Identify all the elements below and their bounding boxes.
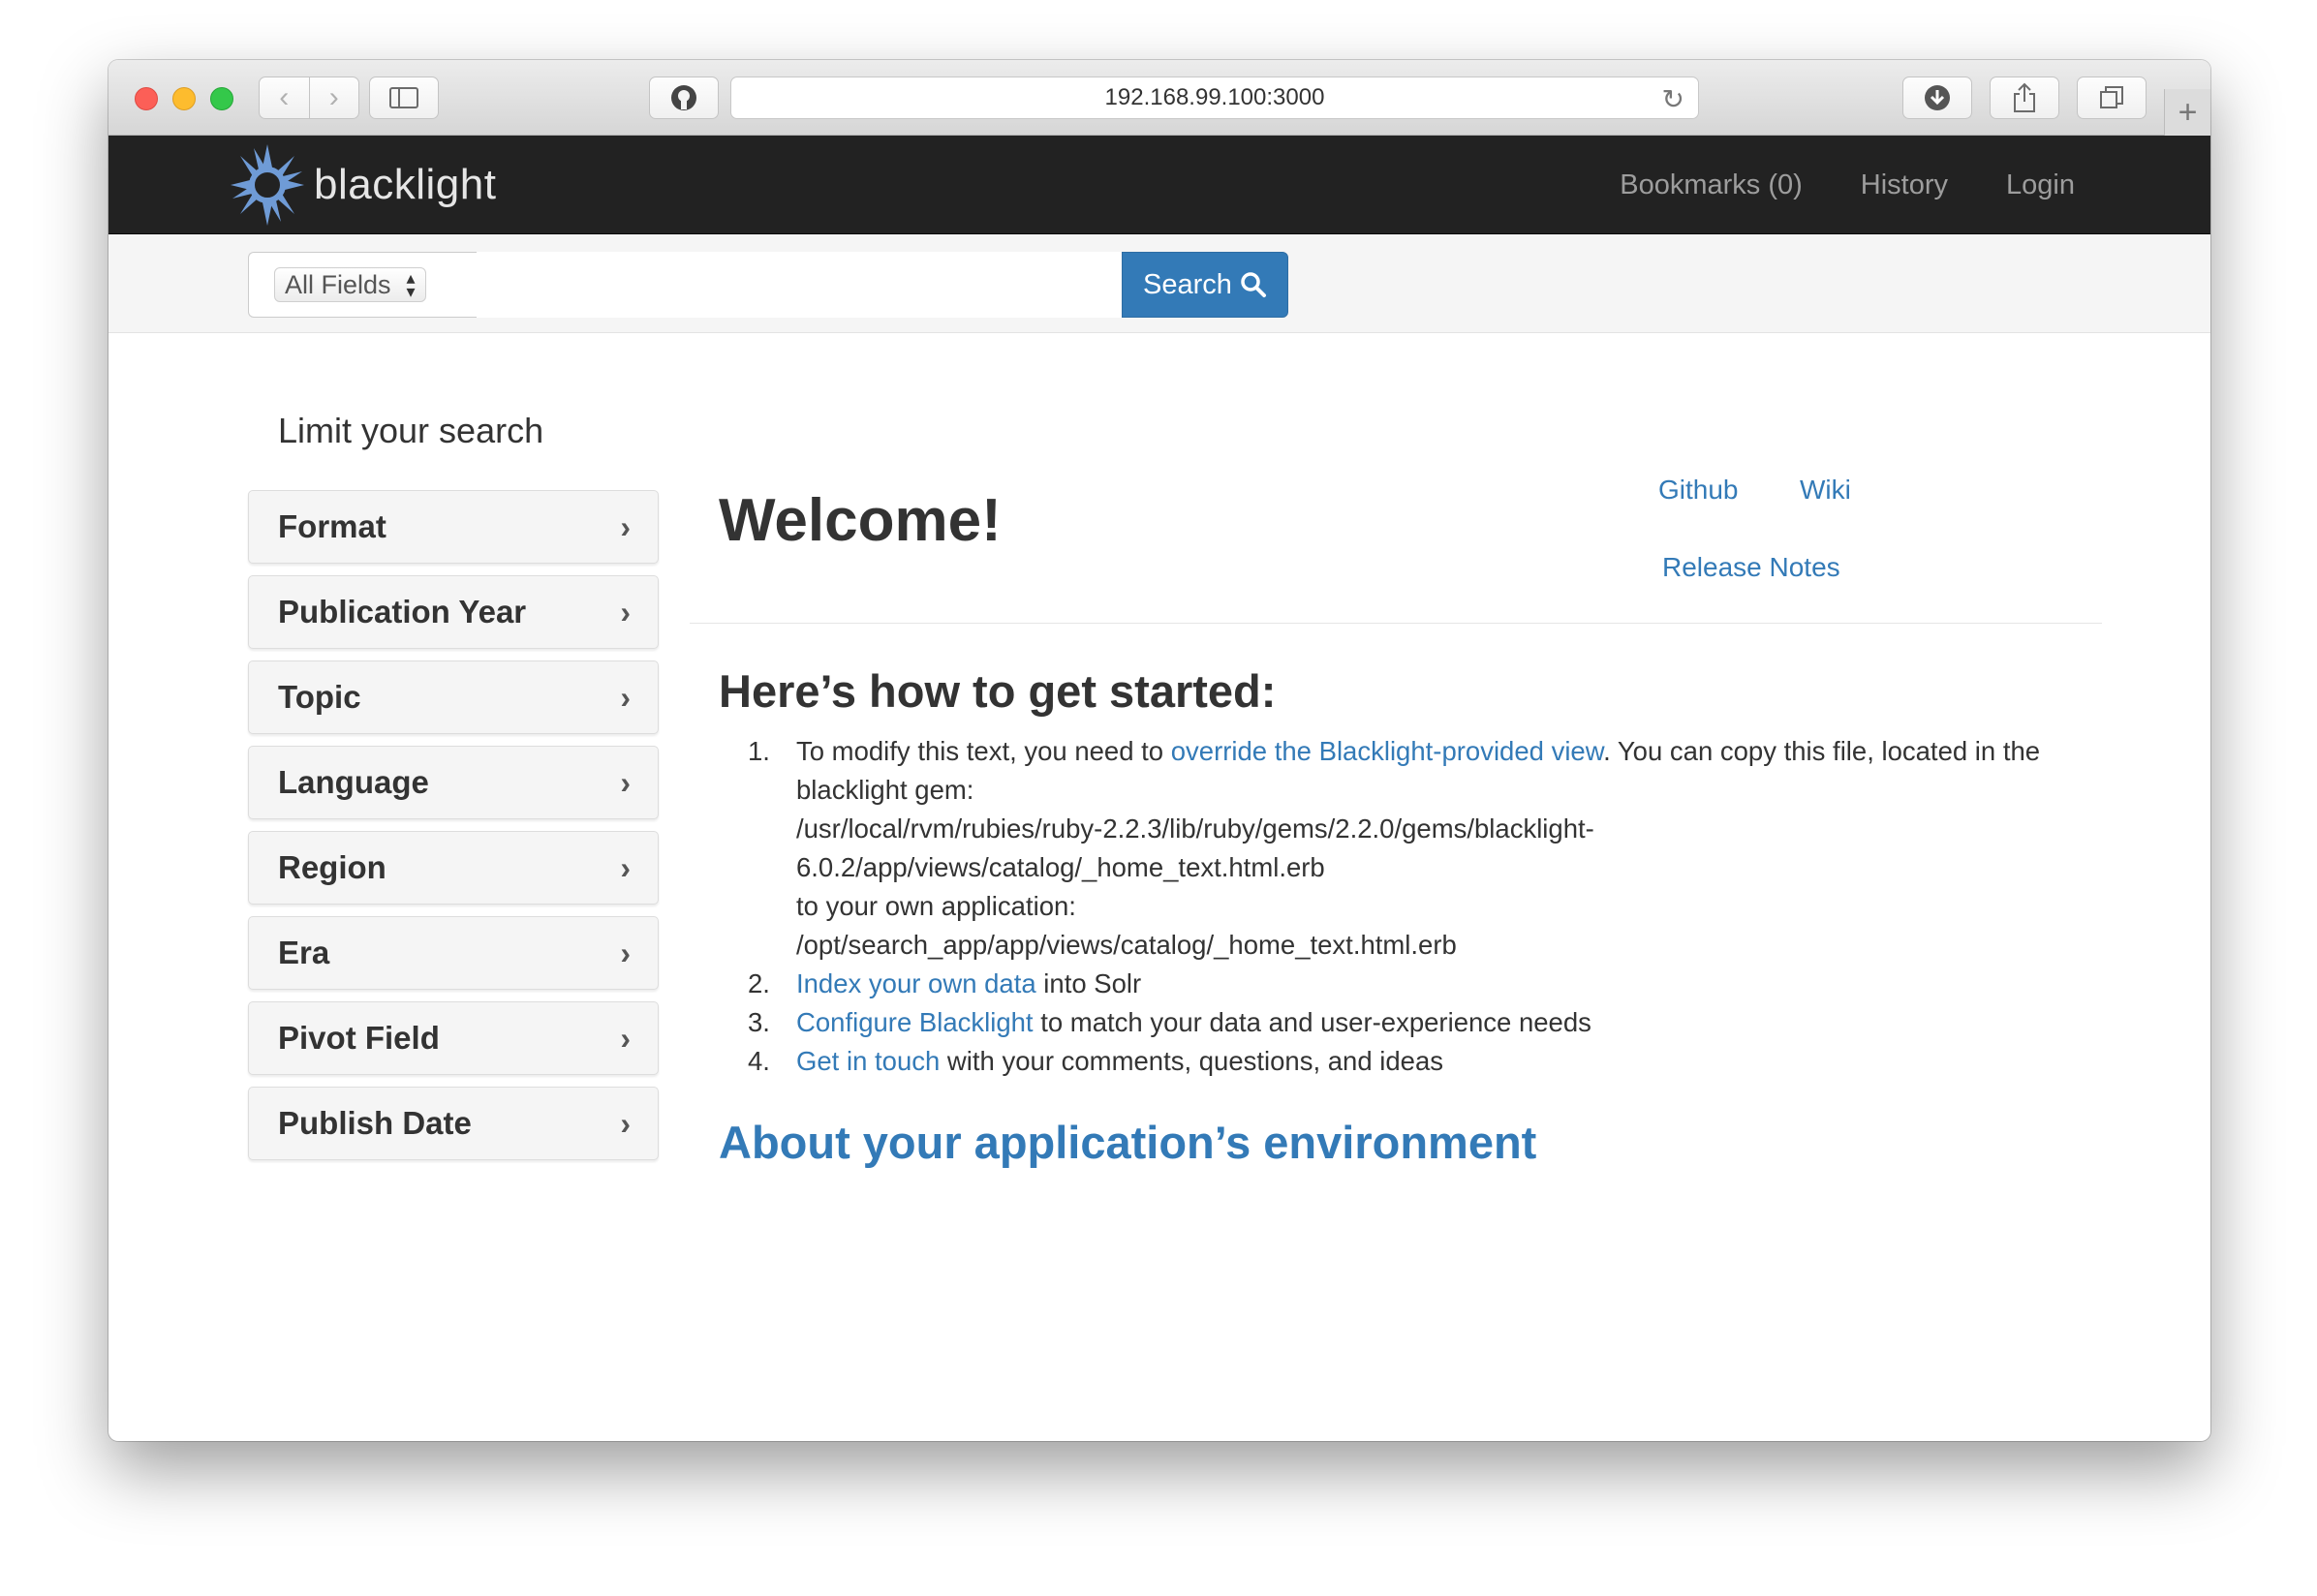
override-view-link[interactable]: override the Blacklight-provided view: [1171, 736, 1603, 766]
header-divider: [690, 623, 2102, 624]
download-icon: [1925, 85, 1950, 110]
search-field-select[interactable]: All Fields ▴ ▾: [248, 252, 477, 318]
history-link[interactable]: History: [1861, 169, 1948, 201]
gem-path-line: 6.0.2/app/views/catalog/_home_text.html.…: [796, 852, 1325, 882]
chevron-right-icon: ›: [620, 1105, 631, 1141]
step-body: Configure Blacklight to match your data …: [796, 1003, 2094, 1042]
step-text: to your own application:: [796, 891, 1076, 921]
step-body: To modify this text, you need to overrid…: [796, 732, 2094, 965]
login-link[interactable]: Login: [2006, 169, 2075, 201]
facet-label: Era: [278, 935, 330, 970]
index-data-link[interactable]: Index your own data: [796, 968, 1036, 998]
brand-name: blacklight: [314, 161, 497, 208]
facet-pivot-field[interactable]: Pivot Field ›: [248, 1001, 659, 1075]
step-text: into Solr: [1035, 968, 1142, 998]
back-icon[interactable]: ‹: [260, 77, 309, 118]
updown-arrows-icon: ▴ ▾: [406, 268, 416, 301]
bookmarks-link[interactable]: Bookmarks (0): [1620, 169, 1803, 201]
chevron-right-icon: ›: [620, 764, 631, 800]
getting-started-heading: Here’s how to get started:: [719, 665, 1277, 717]
tabs-icon: [2100, 86, 2123, 108]
chevron-right-icon: ›: [620, 594, 631, 629]
facet-label: Topic: [278, 679, 361, 715]
minimize-window-button[interactable]: [172, 87, 196, 110]
welcome-heading: Welcome!: [719, 487, 1002, 554]
url-text: 192.168.99.100:3000: [1104, 84, 1325, 110]
facet-topic[interactable]: Topic ›: [248, 660, 659, 734]
forward-icon[interactable]: ›: [308, 77, 359, 118]
chevron-right-icon: ›: [620, 679, 631, 715]
getting-started-list: 1. To modify this text, you need to over…: [748, 732, 2094, 1081]
facet-format[interactable]: Format ›: [248, 490, 659, 564]
facet-label: Publish Date: [278, 1105, 472, 1141]
zoom-window-button[interactable]: [210, 87, 233, 110]
list-item: 3. Configure Blacklight to match your da…: [748, 1003, 2094, 1042]
brand-link[interactable]: blacklight: [229, 141, 496, 229]
facet-era[interactable]: Era ›: [248, 916, 659, 990]
search-field-dropdown[interactable]: All Fields ▴ ▾: [274, 267, 426, 302]
wiki-link[interactable]: Wiki: [1800, 475, 1851, 506]
sidebar-toggle-button[interactable]: [369, 77, 439, 119]
search-icon: [1241, 272, 1266, 297]
facet-label: Publication Year: [278, 594, 527, 629]
top-navbar: blacklight Bookmarks (0) History Login: [108, 136, 2210, 234]
close-window-button[interactable]: [135, 87, 158, 110]
step-number: 4.: [748, 1046, 770, 1076]
chevron-right-icon: ›: [620, 935, 631, 970]
sidebar-icon: [389, 87, 418, 108]
step-number: 2.: [748, 968, 770, 998]
browser-toolbar: ‹ › 192.168.99.100:3000 ↻ +: [108, 60, 2210, 136]
browser-window: ‹ › 192.168.99.100:3000 ↻ + blacklight B…: [108, 60, 2210, 1441]
chevron-right-icon: ›: [620, 508, 631, 544]
reload-icon[interactable]: ↻: [1662, 83, 1684, 115]
environment-info-link[interactable]: About your application’s environment: [719, 1116, 1536, 1169]
search-input[interactable]: [477, 252, 1122, 318]
step-body: Index your own data into Solr: [796, 965, 2094, 1003]
facet-language[interactable]: Language ›: [248, 746, 659, 819]
chevron-right-icon: ›: [620, 1020, 631, 1056]
facet-region[interactable]: Region ›: [248, 831, 659, 905]
stage: ‹ › 192.168.99.100:3000 ↻ + blacklight B…: [0, 0, 2317, 1596]
github-icon: [671, 85, 696, 110]
search-navbar: All Fields ▴ ▾ Search: [108, 234, 2210, 333]
new-tab-button[interactable]: +: [2164, 89, 2210, 136]
step-text: To modify this text, you need to: [796, 736, 1171, 766]
search-field-value: All Fields: [285, 269, 391, 299]
downloads-button[interactable]: [1902, 77, 1972, 119]
facet-label: Language: [278, 764, 429, 800]
plus-icon: +: [2178, 93, 2198, 131]
configure-blacklight-link[interactable]: Configure Blacklight: [796, 1007, 1034, 1037]
list-item: 2. Index your own data into Solr: [748, 965, 2094, 1003]
facet-label: Pivot Field: [278, 1020, 440, 1056]
facet-publish-date[interactable]: Publish Date ›: [248, 1087, 659, 1160]
step-number: 1.: [748, 736, 770, 766]
facet-label: Format: [278, 508, 386, 544]
blacklight-logo-icon: [231, 144, 304, 226]
user-nav: Bookmarks (0) History Login: [1561, 136, 2075, 234]
facet-publication-year[interactable]: Publication Year ›: [248, 575, 659, 649]
sidebar-title: Limit your search: [278, 411, 544, 450]
github-extension-button[interactable]: [649, 77, 719, 119]
get-in-touch-link[interactable]: Get in touch: [796, 1046, 940, 1076]
step-number: 3.: [748, 1007, 770, 1037]
gem-path-line: /usr/local/rvm/rubies/ruby-2.2.3/lib/rub…: [796, 813, 1594, 844]
search-button[interactable]: Search: [1122, 252, 1288, 318]
tabs-overview-button[interactable]: [2077, 77, 2147, 119]
github-link[interactable]: Github: [1658, 475, 1739, 506]
release-notes-link[interactable]: Release Notes: [1662, 552, 1840, 583]
facet-label: Region: [278, 849, 386, 885]
address-bar[interactable]: 192.168.99.100:3000 ↻: [730, 77, 1699, 119]
back-forward-group: ‹ ›: [259, 77, 359, 119]
app-path-line: /opt/search_app/app/views/catalog/_home_…: [796, 930, 1457, 960]
step-text: with your comments, questions, and ideas: [940, 1046, 1444, 1076]
share-button[interactable]: [1990, 77, 2059, 119]
step-body: Get in touch with your comments, questio…: [796, 1042, 2094, 1081]
chevron-right-icon: ›: [620, 849, 631, 885]
list-item: 4. Get in touch with your comments, ques…: [748, 1042, 2094, 1081]
search-button-label: Search: [1143, 268, 1232, 300]
share-icon: [2014, 82, 2035, 112]
search-form: All Fields ▴ ▾ Search: [248, 252, 1288, 318]
step-text: to match your data and user-experience n…: [1033, 1007, 1591, 1037]
list-item: 1. To modify this text, you need to over…: [748, 732, 2094, 965]
